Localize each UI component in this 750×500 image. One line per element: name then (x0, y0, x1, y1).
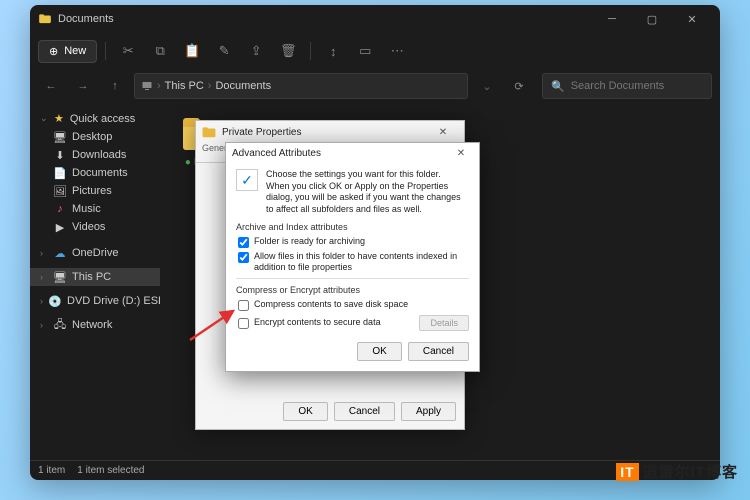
details-button: Details (419, 315, 469, 331)
sidebar-item-downloads[interactable]: ⬇Downloads (30, 146, 160, 164)
copy-icon[interactable]: ⧉ (146, 37, 174, 65)
paste-icon[interactable]: 📋 (178, 37, 206, 65)
window-title: Documents (58, 13, 592, 25)
properties-cancel-button[interactable]: Cancel (334, 402, 395, 421)
properties-titlebar: Private Properties ✕ (196, 121, 464, 143)
advanced-attributes-dialog: Advanced Attributes ✕ ✓ Choose the setti… (225, 142, 480, 372)
up-button[interactable]: ↑ (102, 73, 128, 99)
back-button[interactable]: ← (38, 73, 64, 99)
archive-section-label: Archive and Index attributes (236, 222, 469, 232)
maximize-button[interactable]: ▢ (632, 5, 672, 33)
check-compress[interactable]: Compress contents to save disk space (238, 299, 469, 311)
advanced-titlebar: Advanced Attributes ✕ (226, 143, 479, 163)
more-icon[interactable]: ⋯ (383, 37, 411, 65)
advanced-close-button[interactable]: ✕ (449, 148, 473, 159)
sidebar-network[interactable]: ›🖧Network (30, 316, 160, 334)
search-input[interactable]: 🔍Search Documents (542, 73, 712, 99)
sidebar-item-pictures[interactable]: 🖼Pictures (30, 182, 160, 200)
toolbar: ⊕New ✂ ⧉ 📋 ✎ ⇪ 🗑 ↕ ▭ ⋯ (30, 33, 720, 69)
breadcrumb-documents[interactable]: Documents (215, 80, 271, 92)
share-icon[interactable]: ⇪ (242, 37, 270, 65)
delete-icon[interactable]: 🗑 (274, 37, 302, 65)
address-bar: ← → ↑ › This PC › Documents ⌄ ⟳ 🔍Search … (30, 69, 720, 103)
properties-ok-button[interactable]: OK (283, 402, 327, 421)
sidebar: ⌄★Quick access 🖥Desktop ⬇Downloads 📄Docu… (30, 103, 160, 460)
watermark: IT 道雷尔IT博客 (616, 461, 738, 482)
check-encrypt[interactable]: Encrypt contents to secure data (238, 317, 419, 329)
folder-icon (38, 12, 52, 26)
cut-icon[interactable]: ✂ (114, 37, 142, 65)
status-selected: 1 item selected (77, 465, 144, 476)
address-box[interactable]: › This PC › Documents (134, 73, 468, 99)
check-indexing[interactable]: Allow files in this folder to have conte… (238, 251, 469, 273)
view-icon[interactable]: ▭ (351, 37, 379, 65)
close-button[interactable]: ✕ (672, 5, 712, 33)
pc-icon (141, 80, 153, 92)
sidebar-thispc[interactable]: ›🖥This PC (30, 268, 160, 286)
properties-apply-button[interactable]: Apply (401, 402, 456, 421)
advanced-ok-button[interactable]: OK (357, 342, 401, 361)
forward-button[interactable]: → (70, 73, 96, 99)
folder-settings-icon: ✓ (236, 169, 258, 191)
refresh-button[interactable]: ⟳ (506, 73, 532, 99)
folder-icon (202, 126, 216, 138)
rename-icon[interactable]: ✎ (210, 37, 238, 65)
sidebar-item-music[interactable]: ♪Music (30, 200, 160, 218)
dropdown-icon[interactable]: ⌄ (474, 73, 500, 99)
sidebar-item-documents[interactable]: 📄Documents (30, 164, 160, 182)
advanced-cancel-button[interactable]: Cancel (408, 342, 469, 361)
sidebar-item-desktop[interactable]: 🖥Desktop (30, 128, 160, 146)
check-archiving[interactable]: Folder is ready for archiving (238, 236, 469, 248)
breadcrumb-thispc[interactable]: This PC (165, 80, 204, 92)
minimize-button[interactable]: ─ (592, 5, 632, 33)
sidebar-quick-access[interactable]: ⌄★Quick access (30, 109, 160, 128)
titlebar: Documents ─ ▢ ✕ (30, 5, 720, 33)
new-button[interactable]: ⊕New (38, 40, 97, 63)
sidebar-item-videos[interactable]: ▶Videos (30, 218, 160, 236)
compress-section-label: Compress or Encrypt attributes (236, 285, 469, 295)
sort-icon[interactable]: ↕ (319, 37, 347, 65)
advanced-intro-text: Choose the settings you want for this fo… (266, 169, 469, 216)
properties-close-button[interactable]: ✕ (428, 127, 458, 138)
status-count: 1 item (38, 465, 65, 476)
sidebar-dvd[interactable]: ›💿DVD Drive (D:) ESD-I (30, 292, 160, 310)
sidebar-onedrive[interactable]: ›☁OneDrive (30, 244, 160, 262)
